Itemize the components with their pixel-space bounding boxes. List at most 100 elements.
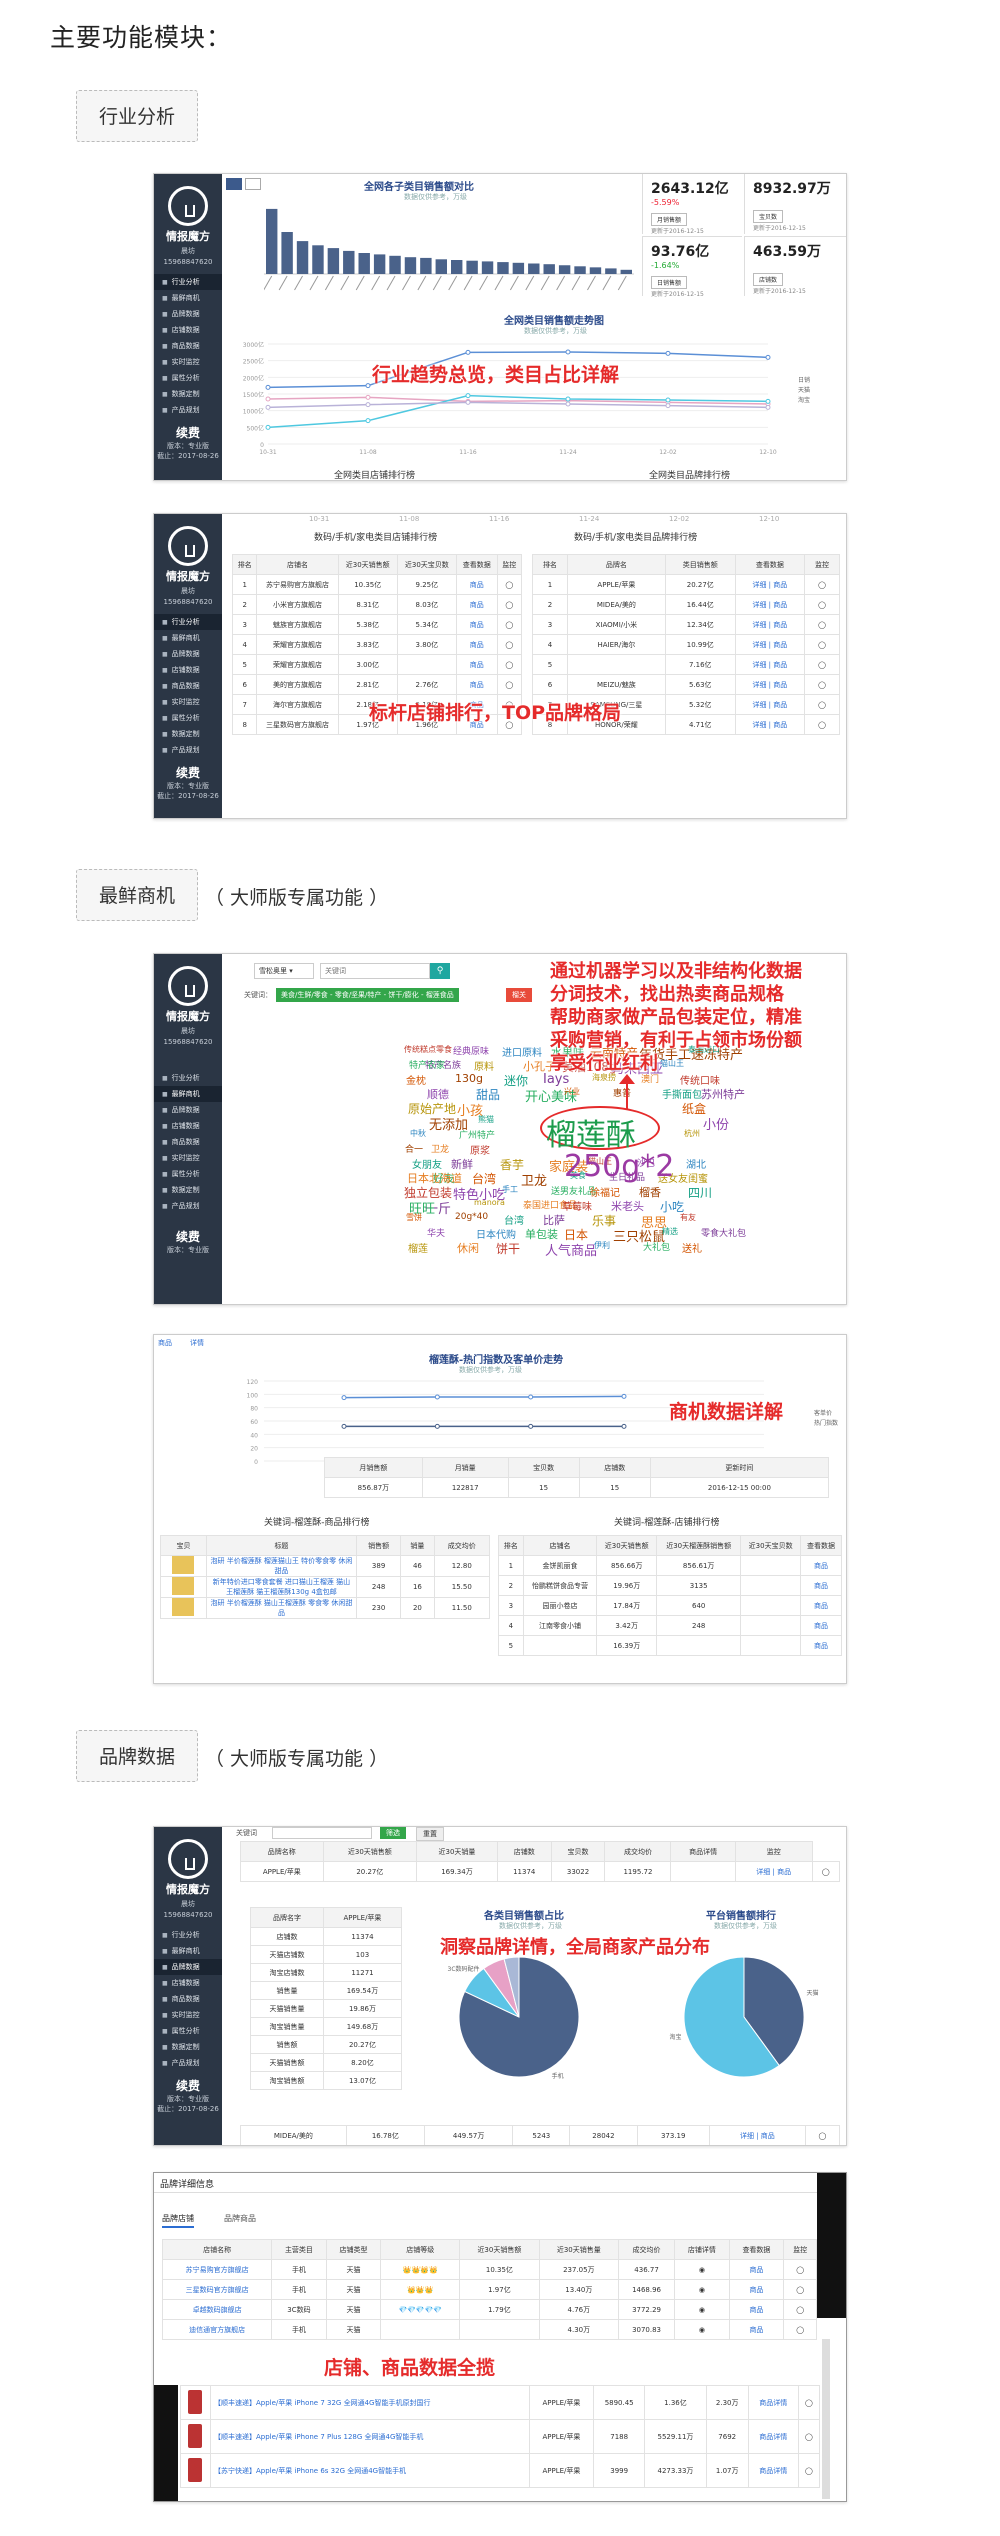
table-cell[interactable]: 商品 <box>728 2319 785 2340</box>
sidebar-item[interactable]: 数据定制 <box>154 386 222 402</box>
sidebar-item[interactable]: 最鲜商机 <box>154 290 222 306</box>
sidebar-item[interactable]: 商品数据 <box>154 338 222 354</box>
section-opportunity-button[interactable]: 最鲜商机 <box>76 869 198 921</box>
sidebar-item[interactable]: 商品数据 <box>154 1991 222 2007</box>
table-cell[interactable]: 商品 <box>455 574 498 595</box>
sidebar-item[interactable]: 实时监控 <box>154 354 222 370</box>
sidebar-item[interactable]: 产品规划 <box>154 742 222 758</box>
monitor-toggle-icon[interactable]: ◯ <box>496 614 523 635</box>
sidebar-item[interactable]: 实时监控 <box>154 2007 222 2023</box>
product-thumbnail[interactable] <box>180 2453 211 2488</box>
table-cell[interactable]: 详细 | 商品 <box>734 714 806 735</box>
table-cell[interactable]: 商品详情 <box>747 2453 799 2488</box>
monitor-toggle-icon[interactable]: ◯ <box>496 594 523 615</box>
table-cell[interactable]: 商品 <box>799 1555 843 1576</box>
sidebar-item[interactable]: 最鲜商机 <box>154 1943 222 1959</box>
renew-button[interactable]: 续费 <box>154 424 222 441</box>
keyword-pill[interactable]: 榴关 <box>506 988 532 1002</box>
table-cell[interactable]: 商品详情 <box>747 2419 799 2454</box>
category-select[interactable]: 雪松奥里 ▾ <box>254 963 314 979</box>
monitor-toggle-icon[interactable]: ◯ <box>804 654 840 675</box>
monitor-toggle-icon[interactable]: ◯ <box>797 2385 821 2420</box>
monitor-toggle-icon[interactable]: ◯ <box>783 2279 817 2300</box>
sidebar-item[interactable]: 产品规划 <box>154 2055 222 2071</box>
product-thumbnail[interactable] <box>160 1555 207 1577</box>
keyword-search-input[interactable] <box>320 963 430 979</box>
tab-detail[interactable]: 详情 <box>190 1338 204 1348</box>
table-cell[interactable]: 商品 <box>455 654 498 675</box>
shop-detail-icon[interactable]: ◉ <box>674 2279 730 2300</box>
table-cell[interactable]: 商品 <box>799 1595 843 1616</box>
table-cell[interactable]: 商品 <box>455 614 498 635</box>
table-cell[interactable]: 详细 | 商品 <box>734 1861 813 1882</box>
sidebar-item[interactable]: 数据定制 <box>154 2039 222 2055</box>
sidebar-item[interactable]: 店铺数据 <box>154 1118 222 1134</box>
section-brand-button[interactable]: 品牌数据 <box>76 1730 198 1782</box>
monitor-toggle-icon[interactable]: ◯ <box>804 634 840 655</box>
filter-button[interactable]: 筛选 <box>380 1827 406 1839</box>
table-cell[interactable]: 详细 | 商品 <box>708 2125 806 2145</box>
sidebar-item[interactable]: 属性分析 <box>154 2023 222 2039</box>
table-cell[interactable]: 详细 | 商品 <box>734 614 806 635</box>
table-cell[interactable]: 商品 <box>728 2259 785 2280</box>
monitor-toggle-icon[interactable]: ◯ <box>804 694 840 715</box>
table-cell[interactable]: 商品详情 <box>747 2385 799 2420</box>
monitor-toggle-icon[interactable]: ◯ <box>496 654 523 675</box>
sidebar-item[interactable]: 品牌数据 <box>154 646 222 662</box>
keyword-input[interactable] <box>272 1827 372 1839</box>
table-cell[interactable]: 商品 <box>799 1575 843 1596</box>
monitor-toggle-icon[interactable]: ◯ <box>804 614 840 635</box>
table-cell[interactable]: 详细 | 商品 <box>734 694 806 715</box>
sidebar-item[interactable]: 最鲜商机 <box>154 630 222 646</box>
table-cell[interactable]: 详细 | 商品 <box>734 574 806 595</box>
shop-detail-icon[interactable]: ◉ <box>674 2299 730 2320</box>
renew-button[interactable]: 续费 <box>154 764 222 781</box>
sidebar-item[interactable]: 产品规划 <box>154 402 222 418</box>
sidebar-item[interactable]: 实时监控 <box>154 694 222 710</box>
monitor-toggle-icon[interactable]: ◯ <box>804 574 840 595</box>
monitor-toggle-icon[interactable]: ◯ <box>804 594 840 615</box>
table-toggle-icon[interactable] <box>245 178 261 190</box>
product-thumbnail[interactable] <box>160 1597 207 1619</box>
sidebar-item[interactable]: 品牌数据 <box>154 1102 222 1118</box>
sidebar-item[interactable]: 属性分析 <box>154 1166 222 1182</box>
monitor-toggle-icon[interactable]: ◯ <box>496 574 523 595</box>
sidebar-item[interactable]: 数据定制 <box>154 726 222 742</box>
monitor-toggle-icon[interactable]: ◯ <box>783 2259 817 2280</box>
section-industry-button[interactable]: 行业分析 <box>76 90 198 142</box>
monitor-toggle-icon[interactable]: ◯ <box>804 674 840 695</box>
monitor-toggle-icon[interactable]: ◯ <box>797 2419 821 2454</box>
sidebar-item[interactable]: 数据定制 <box>154 1182 222 1198</box>
table-cell[interactable]: 商品 <box>728 2279 785 2300</box>
table-cell[interactable]: 详细 | 商品 <box>734 654 806 675</box>
sidebar-item[interactable]: 店铺数据 <box>154 1975 222 1991</box>
table-cell[interactable]: 商品 <box>455 594 498 615</box>
monitor-toggle-icon[interactable]: ◯ <box>783 2299 817 2320</box>
tab-goods[interactable]: 商品 <box>158 1338 172 1348</box>
sidebar-item[interactable]: 行业分析 <box>154 274 222 290</box>
sidebar-item[interactable]: 行业分析 <box>154 1070 222 1086</box>
kpi-button[interactable]: 日销售额 <box>651 276 688 289</box>
sidebar-item[interactable]: 店铺数据 <box>154 322 222 338</box>
shop-ranking-link[interactable]: 全网类目店铺排行榜 <box>334 468 415 480</box>
monitor-toggle-icon[interactable]: ◯ <box>496 674 523 695</box>
sidebar-item[interactable]: 品牌数据 <box>154 1959 222 1975</box>
monitor-toggle-icon[interactable]: ◯ <box>496 634 523 655</box>
sidebar-item[interactable]: 行业分析 <box>154 1927 222 1943</box>
table-cell[interactable]: 商品 <box>728 2299 785 2320</box>
table-cell[interactable]: 商品 <box>455 634 498 655</box>
product-thumbnail[interactable] <box>180 2385 211 2420</box>
kpi-button[interactable]: 店铺数 <box>753 273 784 286</box>
product-thumbnail[interactable] <box>160 1576 207 1598</box>
scrollbar[interactable] <box>822 2339 830 2499</box>
sidebar-item[interactable]: 属性分析 <box>154 710 222 726</box>
monitor-toggle-icon[interactable]: ◯ <box>804 714 840 735</box>
shop-detail-icon[interactable]: ◉ <box>674 2259 730 2280</box>
table-cell[interactable]: 商品 <box>799 1615 843 1636</box>
sidebar-item[interactable]: 商品数据 <box>154 678 222 694</box>
tab-brand-shops[interactable]: 品牌店铺 <box>162 2213 194 2228</box>
shop-detail-icon[interactable]: ◉ <box>674 2319 730 2340</box>
sidebar-item[interactable]: 属性分析 <box>154 370 222 386</box>
sidebar-item[interactable]: 品牌数据 <box>154 306 222 322</box>
table-cell[interactable]: 商品 <box>799 1635 843 1656</box>
